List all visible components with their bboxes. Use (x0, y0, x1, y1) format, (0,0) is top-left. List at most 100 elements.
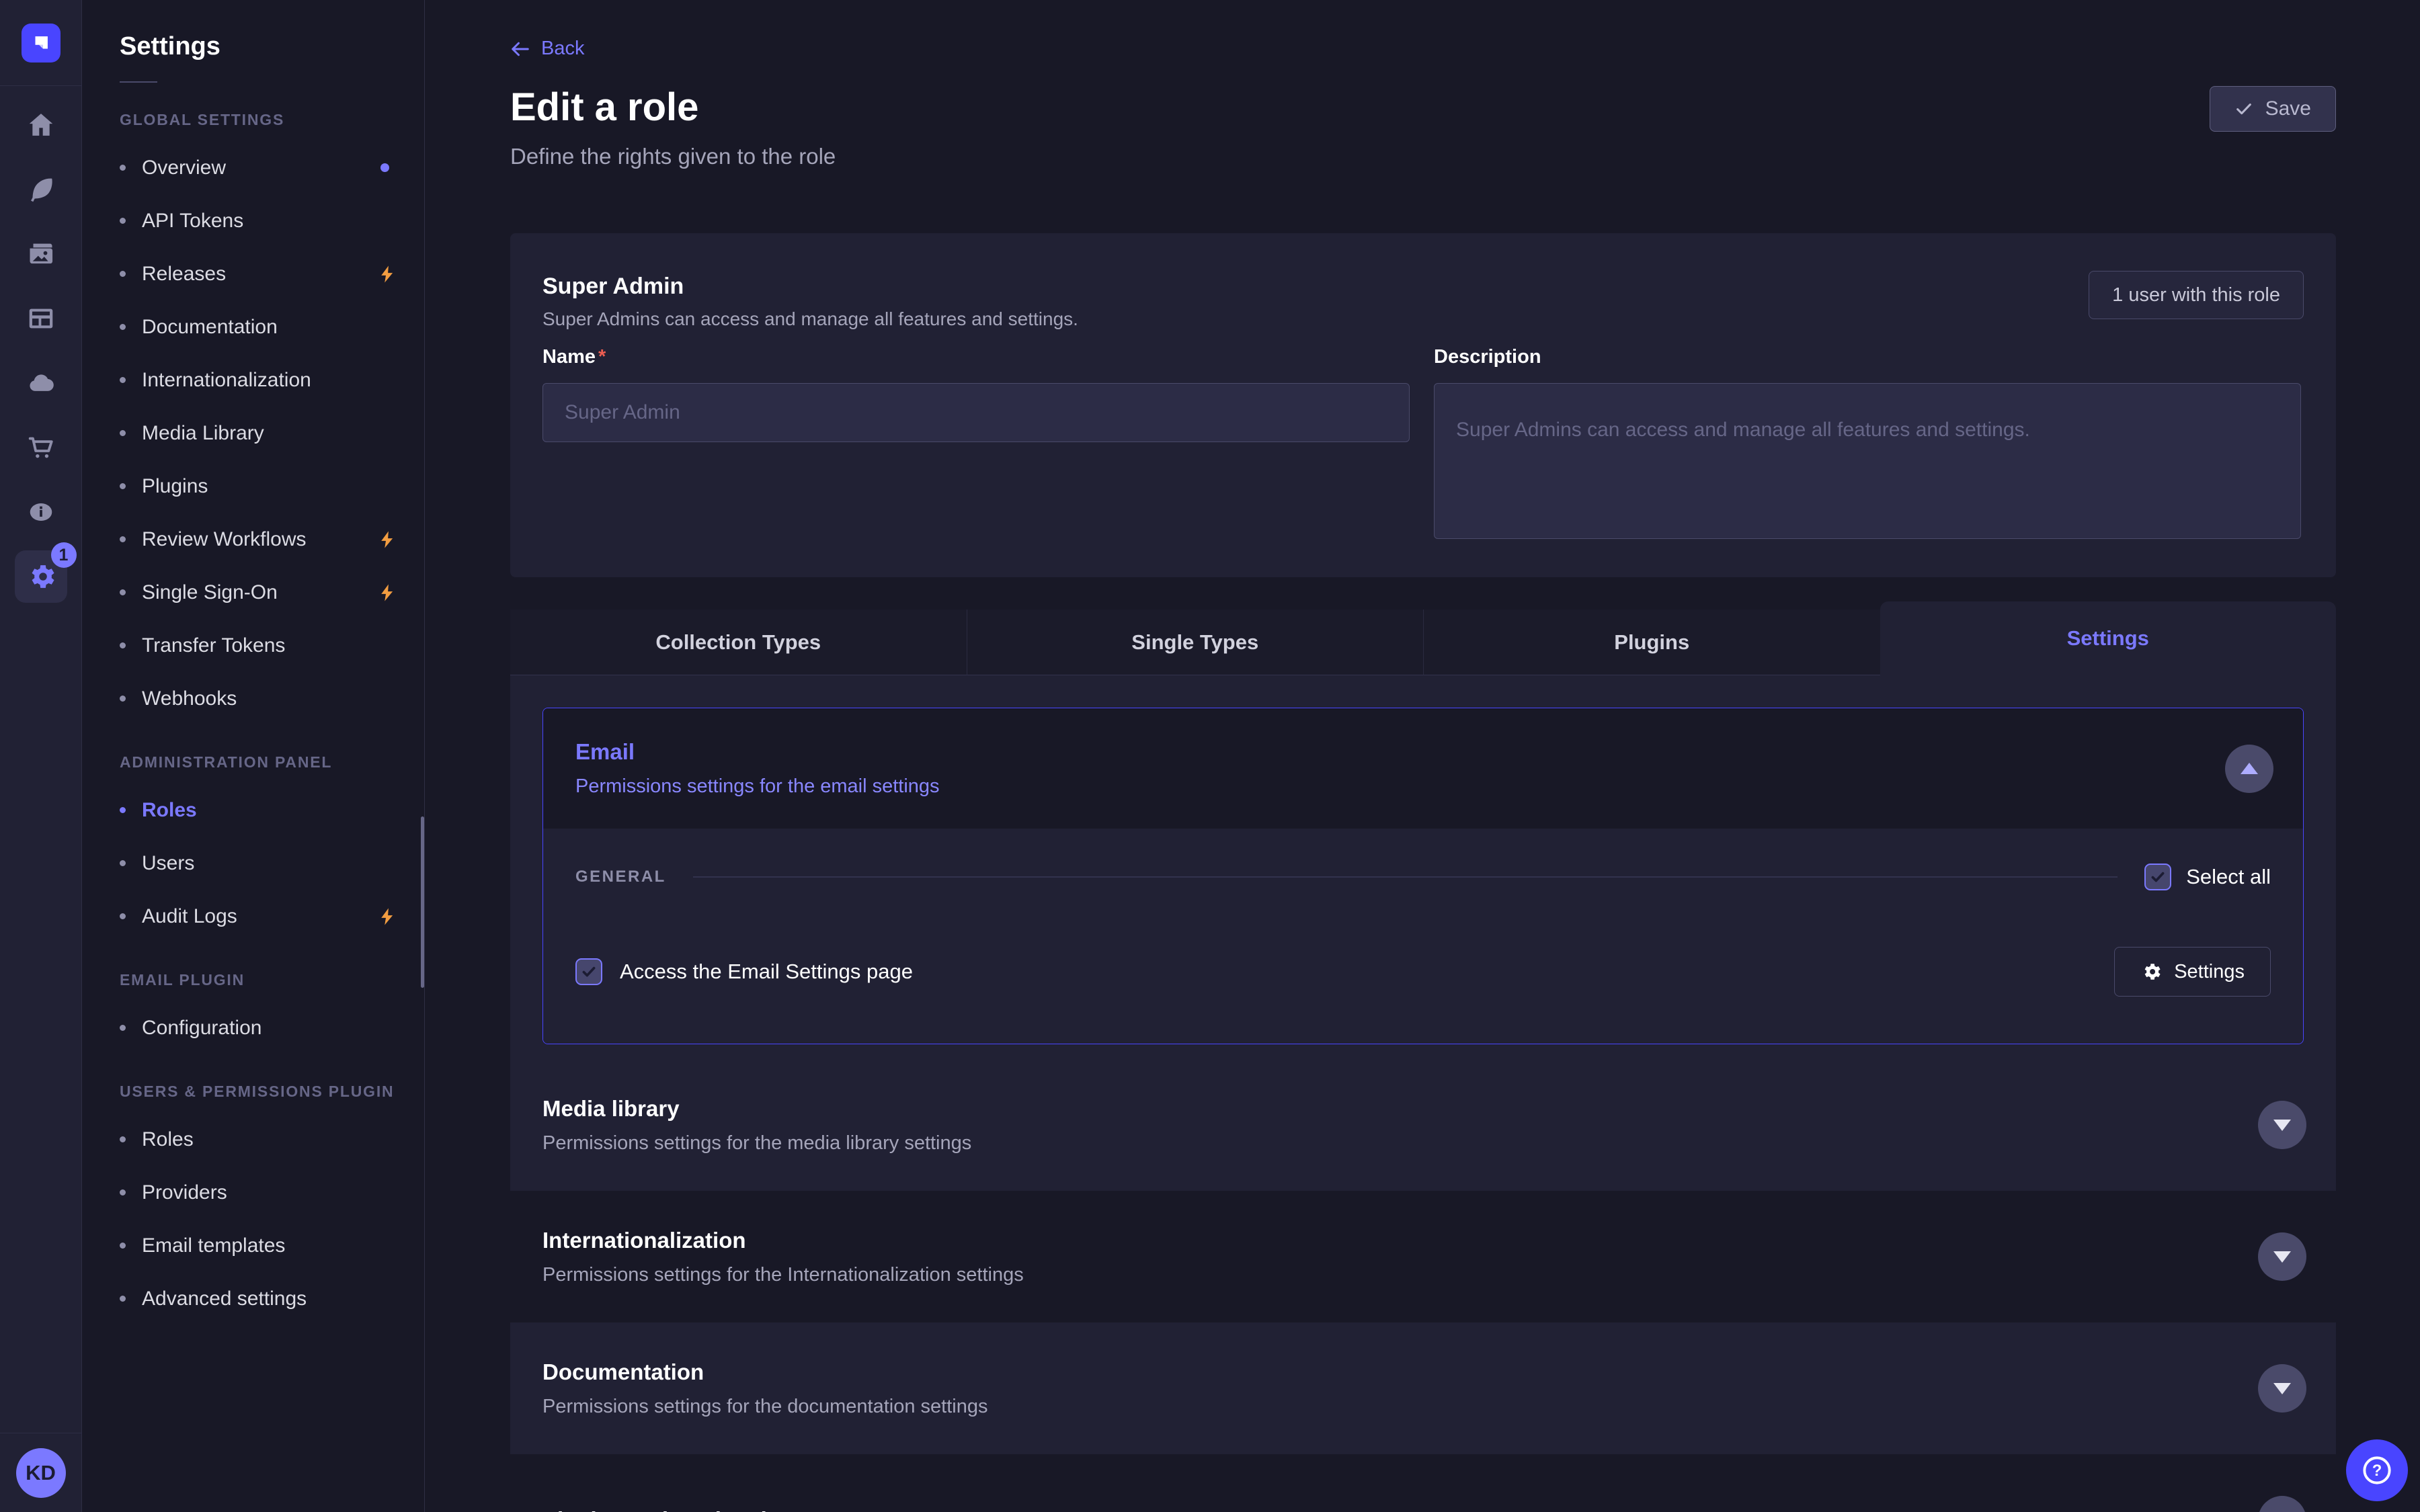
help-button[interactable]: ? (2346, 1439, 2408, 1501)
sidebar-item-overview[interactable]: Overview (120, 141, 424, 194)
bullet-icon (120, 271, 126, 277)
expand-button[interactable] (2258, 1364, 2306, 1413)
permission-settings-button[interactable]: Settings (2114, 947, 2271, 997)
nav-cloud[interactable] (0, 351, 81, 415)
sidebar-item-single-sign-on[interactable]: Single Sign-On (120, 566, 424, 619)
images-icon (26, 239, 56, 269)
cloud-icon (26, 368, 56, 398)
accordion-subtitle: Permissions settings for the Internation… (542, 1264, 2304, 1286)
nav-settings[interactable]: 1 (0, 544, 81, 609)
lightning-icon (377, 264, 397, 284)
sidebar-item-api-tokens[interactable]: API Tokens (120, 194, 424, 247)
sidebar-item-documentation[interactable]: Documentation (120, 300, 424, 353)
nav-settings-active-bg: 1 (15, 550, 67, 603)
nav-marketplace[interactable] (0, 415, 81, 480)
nav-info[interactable] (0, 480, 81, 544)
sidebar-item-label: Releases (142, 263, 226, 286)
section-email-plugin: EMAIL PLUGIN Configuration (120, 971, 424, 1054)
sidebar-item-label: Documentation (142, 316, 278, 339)
accordion-media-library[interactable]: Media library Permissions settings for t… (510, 1059, 2336, 1191)
sidebar-item-advanced-settings[interactable]: Advanced settings (120, 1272, 424, 1325)
bullet-icon (120, 1025, 126, 1031)
sidebar-item-audit-logs[interactable]: Audit Logs (120, 890, 424, 943)
accordion-email-body: GENERAL Select all Access the Email Sett… (543, 829, 2303, 1044)
sidebar-item-email-templates[interactable]: Email templates (120, 1219, 424, 1272)
bullet-icon (120, 807, 126, 813)
nav-content-type-builder[interactable] (0, 286, 81, 351)
nav-content-manager[interactable] (0, 157, 81, 222)
description-textarea[interactable]: Super Admins can access and manage all f… (1434, 383, 2301, 539)
sidebar-item-releases[interactable]: Releases (120, 247, 424, 300)
sidebar-item-label: Providers (142, 1181, 227, 1204)
accordion-title: Documentation (542, 1359, 2304, 1385)
name-input[interactable]: Super Admin (542, 383, 1410, 442)
sidebar-item-providers[interactable]: Providers (120, 1166, 424, 1219)
strapi-logo[interactable] (22, 24, 61, 62)
subnav-scrollbar[interactable] (421, 816, 424, 988)
sidebar-item-label: Roles (142, 799, 197, 822)
sidebar-item-webhooks[interactable]: Webhooks (120, 672, 424, 725)
save-button[interactable]: Save (2210, 86, 2336, 132)
strapi-logo-icon (30, 32, 52, 54)
chevron-down-icon (2273, 1251, 2291, 1263)
tab-settings[interactable]: Settings (1880, 601, 2337, 675)
chevron-up-icon (2241, 763, 2258, 774)
nav-media-library[interactable] (0, 222, 81, 286)
group-label: GENERAL (575, 868, 666, 886)
bullet-icon (120, 1243, 126, 1249)
sidebar-item-transfer-tokens[interactable]: Transfer Tokens (120, 619, 424, 672)
section-users-permissions-plugin: USERS & PERMISSIONS PLUGIN Roles Provide… (120, 1083, 424, 1325)
sidebar-item-label: Users (142, 852, 194, 875)
accordion-plugins-marketplace[interactable]: Plugins and marketplace (510, 1454, 2336, 1512)
accordion-email: Email Permissions settings for the email… (542, 708, 2304, 1044)
settings-subnav: Settings GLOBAL SETTINGS Overview API To… (82, 0, 425, 1512)
permission-checkbox[interactable] (575, 958, 602, 985)
select-all-checkbox[interactable] (2144, 864, 2171, 890)
collapse-button[interactable] (2225, 745, 2273, 793)
sidebar-item-roles-admin[interactable]: Roles (120, 784, 424, 837)
info-icon (26, 497, 56, 528)
main-content: Back Edit a role Define the rights given… (425, 0, 2420, 1512)
sidebar-item-media-library[interactable]: Media Library (120, 407, 424, 460)
back-link[interactable]: Back (510, 38, 584, 60)
check-icon (2149, 868, 2167, 886)
expand-button[interactable] (2258, 1101, 2306, 1149)
accordion-documentation[interactable]: Documentation Permissions settings for t… (510, 1322, 2336, 1454)
chevron-down-icon (2273, 1383, 2291, 1394)
main-nav-rail: 1 KD (0, 0, 82, 1512)
lightning-icon (377, 530, 397, 550)
settings-notification-badge: 1 (51, 542, 77, 568)
tab-single-types[interactable]: Single Types (967, 610, 1424, 675)
sidebar-item-roles-up[interactable]: Roles (120, 1113, 424, 1166)
accordion-email-header[interactable]: Email Permissions settings for the email… (543, 708, 2303, 829)
lightning-icon (377, 907, 397, 927)
expand-button[interactable] (2258, 1232, 2306, 1281)
sidebar-item-label: Overview (142, 157, 226, 179)
sidebar-item-label: Transfer Tokens (142, 634, 285, 657)
bullet-icon (120, 1189, 126, 1195)
settings-tab-panel: Email Permissions settings for the email… (510, 675, 2336, 1512)
accordion-internationalization[interactable]: Internationalization Permissions setting… (510, 1191, 2336, 1322)
avatar[interactable]: KD (16, 1448, 66, 1498)
users-with-role-button[interactable]: 1 user with this role (2089, 271, 2304, 319)
bullet-icon (120, 165, 126, 171)
chevron-down-icon (2273, 1120, 2291, 1131)
role-card: Super Admin Super Admins can access and … (510, 233, 2336, 577)
sidebar-item-internationalization[interactable]: Internationalization (120, 353, 424, 407)
description-label: Description (1434, 346, 2301, 368)
sidebar-item-configuration[interactable]: Configuration (120, 1001, 424, 1054)
nav-home[interactable] (0, 93, 81, 157)
sidebar-item-users[interactable]: Users (120, 837, 424, 890)
sidebar-item-label: Email templates (142, 1234, 285, 1257)
sidebar-item-label: Audit Logs (142, 905, 237, 928)
expand-button[interactable] (2258, 1496, 2306, 1512)
accordion-title: Email (575, 739, 2271, 765)
tab-plugins[interactable]: Plugins (1423, 610, 1880, 675)
bullet-icon (120, 324, 126, 330)
sidebar-item-label: Webhooks (142, 687, 237, 710)
sidebar-item-plugins[interactable]: Plugins (120, 460, 424, 513)
rail-bottom: KD (0, 1433, 81, 1512)
tab-collection-types[interactable]: Collection Types (510, 610, 967, 675)
lightning-icon (377, 583, 397, 603)
sidebar-item-review-workflows[interactable]: Review Workflows (120, 513, 424, 566)
